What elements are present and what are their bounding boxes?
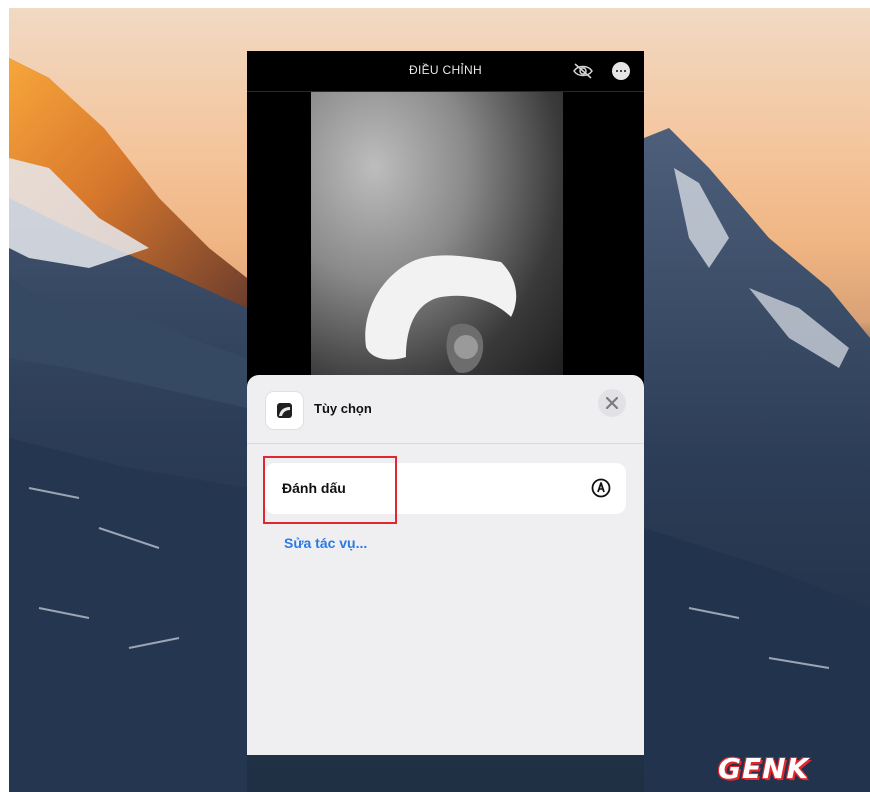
top-bar: ĐIỀU CHỈNH <box>247 51 644 92</box>
sheet-title: Tùy chọn <box>314 401 372 416</box>
highlight-annotation <box>263 456 397 524</box>
more-icon[interactable] <box>612 62 630 80</box>
shortcut-app-icon <box>266 392 303 429</box>
close-button[interactable] <box>598 389 626 417</box>
edit-actions-link[interactable]: Sửa tác vụ... <box>284 535 367 551</box>
close-icon <box>606 397 618 409</box>
genk-watermark-logo: GENK <box>718 752 810 785</box>
options-sheet: Tùy chọn Đánh dấu Sửa tác vụ... <box>247 375 644 755</box>
markup-pen-icon <box>591 478 611 498</box>
photo-preview <box>311 92 563 392</box>
sheet-header: Tùy chọn <box>247 375 644 444</box>
eye-slash-icon[interactable] <box>572 62 594 80</box>
